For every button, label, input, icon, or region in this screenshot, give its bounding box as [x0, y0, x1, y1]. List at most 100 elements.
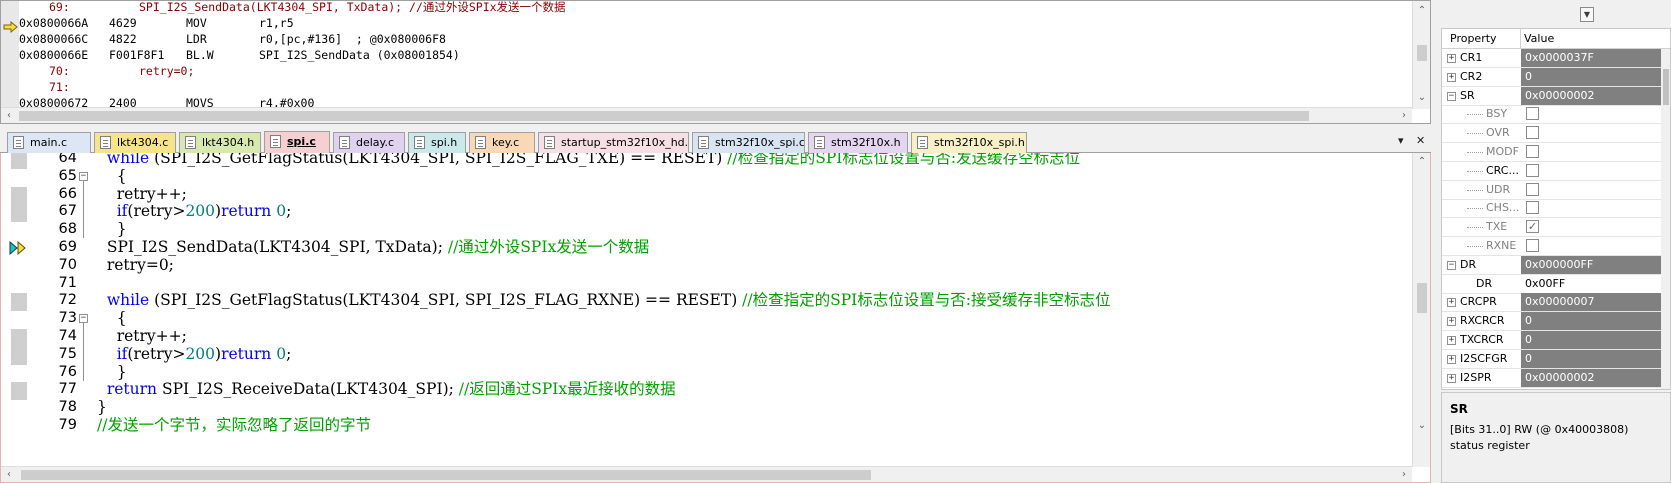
bit-checkbox[interactable]: ✓	[1526, 220, 1539, 234]
property-row-cr1[interactable]: + CR1 0x0000037F	[1442, 49, 1662, 68]
expand-icon[interactable]: +	[1447, 298, 1456, 308]
tab-lkt4304-c[interactable]: lkt4304.c	[94, 132, 176, 153]
code-area[interactable]: 64 while (SPI_I2S_GetFlagStatus(LKT4304_…	[1, 153, 1412, 467]
property-row-ovr[interactable]: OVR	[1442, 124, 1662, 144]
tab-spi-h[interactable]: spi.h	[408, 132, 466, 153]
scroll-left-arrow-icon[interactable]: ‹	[1, 468, 17, 482]
collapse-icon[interactable]: −	[1447, 91, 1456, 101]
bit-checkbox[interactable]	[1526, 107, 1539, 121]
property-value[interactable]: 0	[1521, 312, 1662, 331]
property-row-cr2[interactable]: + CR2 0	[1442, 67, 1662, 87]
property-row-chs[interactable]: CHS...	[1442, 199, 1662, 219]
scroll-down-arrow-icon[interactable]: ⌄	[1414, 91, 1430, 105]
close-tab-icon[interactable]: ✕	[1416, 134, 1425, 147]
tab-stm32f10x-h[interactable]: stm32f10x.h	[808, 132, 908, 153]
property-row-txcrcr[interactable]: + TXCRCR 0	[1442, 331, 1662, 350]
property-row-rxcrcr[interactable]: + RXCRCR 0	[1442, 312, 1662, 332]
disassembly-horizontal-scrollbar[interactable]: ‹ ›	[1, 107, 1412, 123]
tab-list-dropdown-icon[interactable]: ▾	[1398, 134, 1404, 147]
expand-icon[interactable]: +	[1447, 354, 1456, 364]
scroll-up-arrow-icon[interactable]: ⌃	[1414, 4, 1430, 18]
editor-horizontal-scrollbar[interactable]: ‹ ›	[1, 466, 1412, 482]
property-column-header[interactable]: Property	[1450, 29, 1497, 48]
disassembly-lines[interactable]: 69: SPI_I2S_SendData(LKT4304_SPI, TxData)…	[1, 1, 1412, 109]
code-line[interactable]: 73 {	[1, 309, 1411, 328]
peripheral-selector-dropdown[interactable]: ▼	[1580, 7, 1594, 22]
disassembly-hscroll-thumb[interactable]	[19, 111, 1309, 121]
value-column-header[interactable]: Value	[1524, 29, 1554, 48]
property-value[interactable]: 0x00FF	[1521, 274, 1662, 293]
property-row-txe[interactable]: TXE ✓	[1442, 218, 1662, 238]
expand-icon[interactable]: +	[1447, 336, 1456, 345]
code-line[interactable]: 65 {	[1, 167, 1411, 186]
property-row-crcpr[interactable]: + CRCPR 0x00000007	[1442, 293, 1662, 313]
tab-key-c[interactable]: key.c	[469, 132, 535, 153]
property-row-rxne[interactable]: RXNE	[1442, 237, 1662, 256]
code-line[interactable]: 72 while (SPI_I2S_GetFlagStatus(LKT4304_…	[1, 291, 1411, 310]
code-line[interactable]: 78}	[1, 398, 1411, 417]
editor-vertical-scrollbar[interactable]: ⌃ ⌄	[1412, 153, 1430, 467]
property-scroll-thumb[interactable]	[1663, 69, 1669, 105]
scroll-right-arrow-icon[interactable]: ›	[1396, 109, 1412, 123]
code-line[interactable]: 76 }	[1, 363, 1411, 382]
expand-icon[interactable]: +	[1447, 317, 1456, 327]
disassembly-vertical-scrollbar[interactable]: ⌃ ⌄	[1412, 1, 1430, 109]
editor-vscroll-thumb[interactable]	[1417, 283, 1427, 313]
disassembly-vscroll-thumb[interactable]	[1417, 45, 1427, 61]
property-value[interactable]: 0	[1521, 67, 1662, 86]
tab-stm32f10x-spi-c[interactable]: stm32f10x_spi.c	[692, 132, 805, 153]
code-line[interactable]: 71	[1, 274, 1411, 293]
property-row-sr[interactable]: − SR 0x00000002	[1442, 86, 1662, 106]
code-line[interactable]: 74 retry++;	[1, 327, 1411, 346]
property-row-i2scfgr[interactable]: + I2SCFGR 0	[1442, 349, 1662, 369]
property-value[interactable]: 0x0000037F	[1521, 49, 1662, 67]
property-row-modf[interactable]: MODF	[1442, 143, 1662, 162]
bit-checkbox[interactable]	[1526, 182, 1539, 196]
collapse-icon[interactable]: −	[1447, 260, 1456, 270]
property-value[interactable]: 0x00000002	[1521, 368, 1662, 387]
property-row-crc[interactable]: CRC...	[1442, 162, 1662, 181]
code-line[interactable]: 66 retry++;	[1, 185, 1411, 204]
bit-checkbox[interactable]	[1526, 239, 1539, 252]
code-line[interactable]: 64 while (SPI_I2S_GetFlagStatus(LKT4304_…	[1, 153, 1411, 168]
property-value[interactable]: 0x000000FF	[1521, 255, 1662, 274]
code-line[interactable]: 70 retry=0;	[1, 256, 1411, 275]
expand-icon[interactable]: +	[1447, 72, 1456, 82]
code-line[interactable]: 69 SPI_I2S_SendData(LKT4304_SPI, TxData)…	[1, 238, 1411, 257]
expand-icon[interactable]: +	[1447, 54, 1456, 63]
property-row-i2spr[interactable]: + I2SPR 0x00000002	[1442, 368, 1662, 388]
fold-toggle-icon[interactable]: −	[79, 171, 88, 181]
property-value[interactable]: 0x00000007	[1521, 293, 1662, 312]
code-line[interactable]: 68 }	[1, 220, 1411, 239]
bit-checkbox[interactable]	[1526, 145, 1539, 158]
property-grid-scrollbar[interactable]	[1661, 49, 1670, 389]
code-line[interactable]: 75 if(retry>200)return 0;	[1, 345, 1411, 364]
scroll-left-arrow-icon[interactable]: ‹	[1, 109, 17, 123]
scroll-right-arrow-icon[interactable]: ›	[1396, 468, 1412, 482]
tab-delay-c[interactable]: delay.c	[333, 132, 405, 153]
tab-startup-stm32f10x-hd-s[interactable]: startup_stm32f10x_hd.s	[538, 132, 689, 153]
code-token: (retry>	[127, 344, 186, 363]
bit-checkbox[interactable]	[1526, 201, 1539, 215]
code-line[interactable]: 79 //发送一个字节，实际忽略了返回的字节	[1, 416, 1411, 435]
tab-main-c[interactable]: main.c	[7, 132, 91, 153]
editor-hscroll-thumb[interactable]	[21, 470, 871, 480]
property-row-dr[interactable]: − DR 0x000000FF	[1442, 255, 1662, 275]
bit-checkbox[interactable]	[1526, 163, 1539, 177]
tab-lkt4304-h[interactable]: lkt4304.h	[179, 132, 261, 153]
fold-toggle-icon[interactable]: −	[79, 314, 88, 324]
property-value[interactable]: 0x00000002	[1521, 86, 1662, 105]
bit-checkbox[interactable]	[1526, 126, 1539, 140]
code-line[interactable]: 67 if(retry>200)return 0;	[1, 202, 1411, 221]
tab-stm32f10x-spi-h[interactable]: stm32f10x_spi.h	[911, 132, 1027, 153]
property-row-udr[interactable]: UDR	[1442, 181, 1662, 200]
property-value[interactable]: 0	[1521, 331, 1662, 349]
property-row-dr[interactable]: DR 0x00FF	[1442, 274, 1662, 294]
tab-spi-c[interactable]: spi.c	[264, 131, 330, 154]
property-row-bsy[interactable]: BSY	[1442, 105, 1662, 125]
expand-icon[interactable]: +	[1447, 373, 1456, 383]
scroll-up-arrow-icon[interactable]: ⌃	[1414, 155, 1430, 169]
code-line[interactable]: 77 return SPI_I2S_ReceiveData(LKT4304_SP…	[1, 380, 1411, 399]
scroll-down-arrow-icon[interactable]: ⌄	[1414, 419, 1430, 433]
property-value[interactable]: 0	[1521, 349, 1662, 368]
